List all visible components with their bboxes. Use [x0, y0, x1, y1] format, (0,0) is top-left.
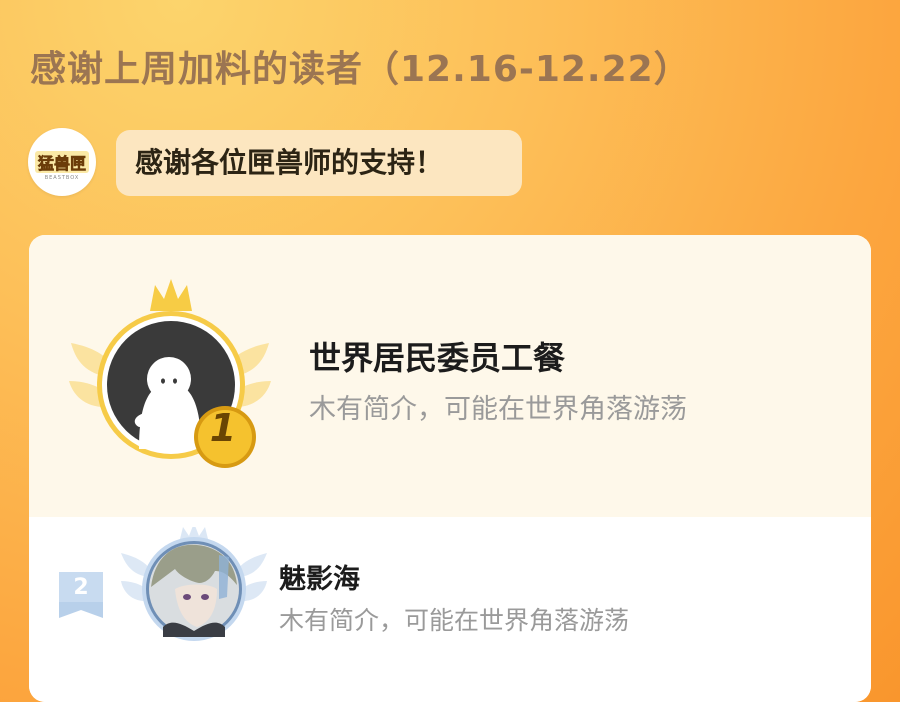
svg-text:猛兽匣: 猛兽匣 — [37, 154, 86, 173]
svg-text:BEASTBOX: BEASTBOX — [45, 175, 80, 181]
beastbox-logo-icon: 猛兽匣 BEASTBOX — [35, 151, 89, 181]
silver-medal-avatar-icon — [121, 527, 267, 641]
reader-intro-1: 木有简介，可能在世界角落游荡 — [309, 394, 687, 425]
message-text: 感谢各位匣兽师的支持！ — [135, 146, 444, 179]
rank-1-number: 1 — [209, 406, 237, 450]
beastbox-logo-avatar[interactable]: 猛兽匣 BEASTBOX — [28, 128, 96, 196]
rank-2-number: 2 — [73, 575, 89, 600]
leaderboard-card: 1 世界居民委员工餐 木有简介，可能在世界角落游荡 2 魅影海 木有简介，可能在… — [29, 235, 871, 702]
reader-name-1[interactable]: 世界居民委员工餐 — [309, 333, 565, 379]
page-title: 感谢上周加料的读者（12.16-12.22） — [30, 49, 691, 90]
leaderboard-row-2[interactable]: 2 魅影海 木有简介，可能在世界角落游荡 — [29, 517, 871, 702]
message-bubble: 感谢各位匣兽师的支持！ — [116, 130, 522, 196]
leaderboard-row-1[interactable]: 1 世界居民委员工餐 木有简介，可能在世界角落游荡 — [29, 235, 871, 517]
gold-medal-avatar-icon — [69, 279, 271, 468]
reader-intro-2: 木有简介，可能在世界角落游荡 — [279, 606, 630, 635]
reader-name-2[interactable]: 魅影海 — [279, 557, 360, 596]
